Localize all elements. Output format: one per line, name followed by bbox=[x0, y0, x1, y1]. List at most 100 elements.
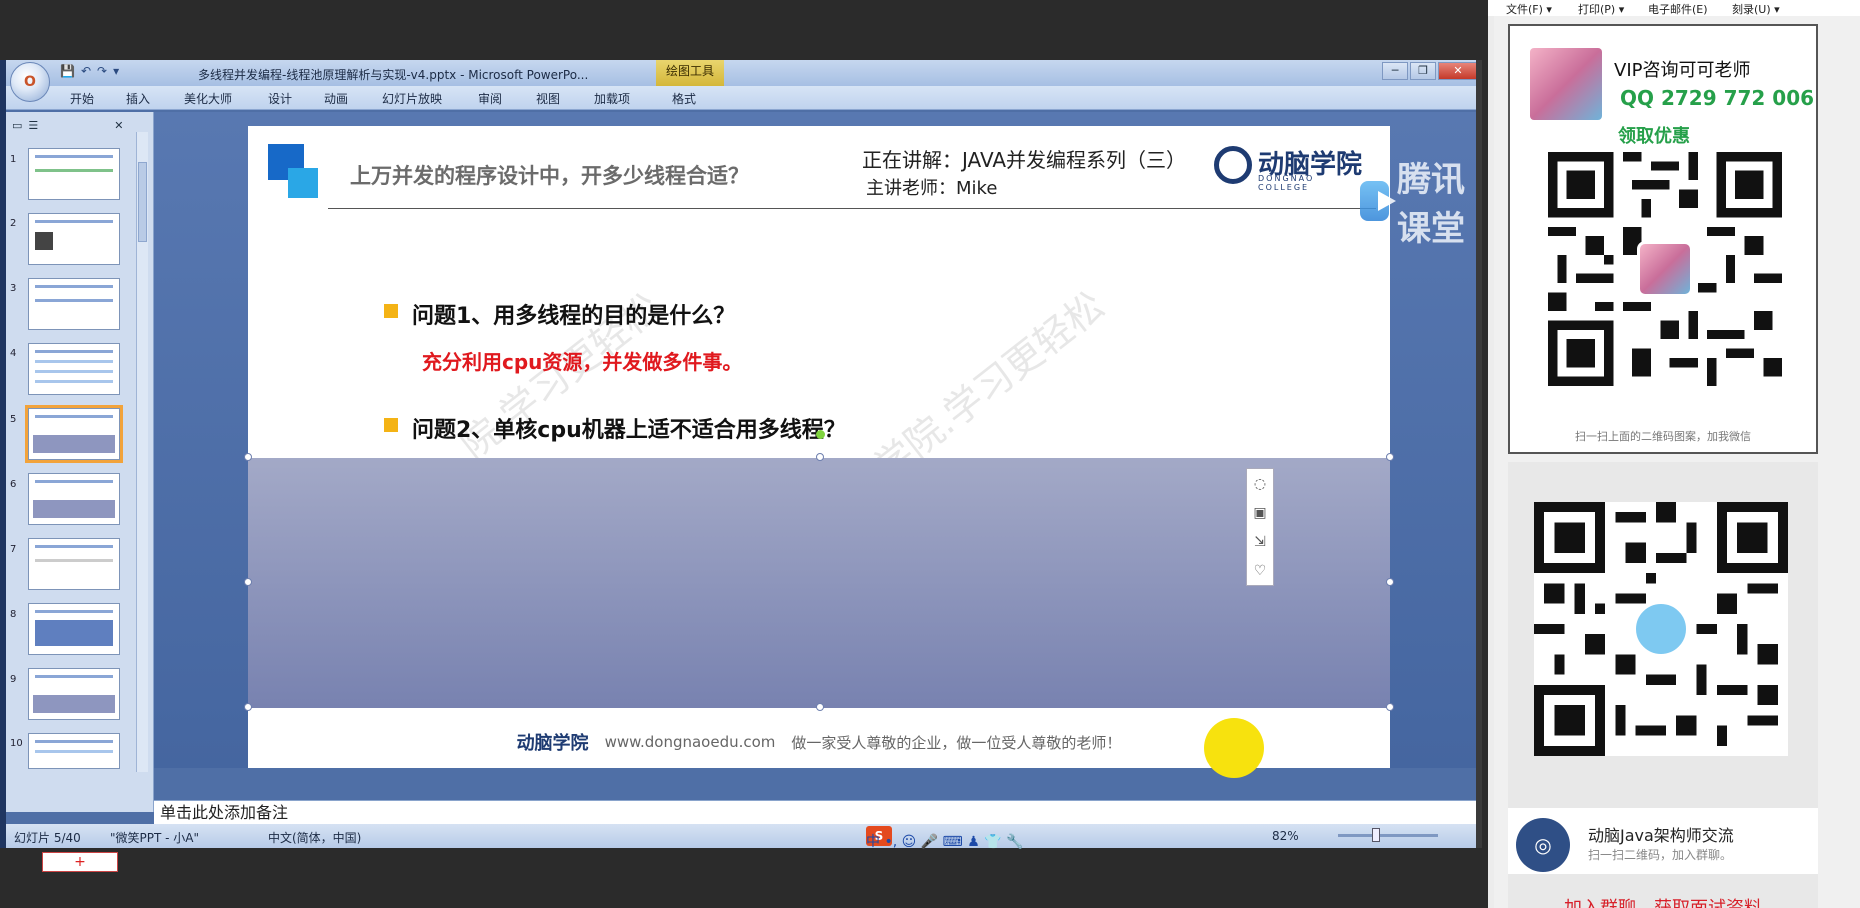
join-group-text[interactable]: 加入群聊，获取面试资料 bbox=[1508, 894, 1818, 908]
group-avatar: ◎ bbox=[1516, 818, 1570, 872]
slide-thumbnail[interactable] bbox=[28, 733, 120, 769]
menu-email[interactable]: 电子邮件(E) bbox=[1648, 1, 1708, 17]
vip-contact-card: VIP咨询可可老师 QQ 2729 772 006 领取优惠 扫一扫上面的二维码… bbox=[1508, 24, 1818, 454]
slide-canvas: 上万并发的程序设计中，开多少线程合适？ 正在讲解：JAVA并发编程系列（三） 主… bbox=[154, 112, 1476, 768]
group-info: ◎ 动脑Java架构师交流 扫一扫二维码，加入群聊。 bbox=[1508, 808, 1818, 874]
ribbon-tabs: 开始 插入 美化大师 设计 动画 幻灯片放映 审阅 视图 加载项 格式 bbox=[6, 86, 1482, 110]
slide-thumbnail[interactable] bbox=[28, 343, 120, 395]
ime-controls[interactable]: 中 •, ☺ 🎤 ⌨ ♟ 👕 🔧 bbox=[866, 831, 1024, 851]
window-controls: ─ ❐ ✕ bbox=[1382, 62, 1478, 80]
slide-thumbnail[interactable] bbox=[28, 278, 120, 330]
wechat-scan-tip: 扫一扫上面的二维码图案，加我微信 bbox=[1575, 430, 1751, 443]
menu-burn[interactable]: 刻录(U) ▾ bbox=[1732, 1, 1780, 17]
tab-review[interactable]: 审阅 bbox=[478, 90, 502, 107]
close-pane-icon[interactable]: ✕ bbox=[114, 119, 123, 132]
slide[interactable]: 上万并发的程序设计中，开多少线程合适？ 正在讲解：JAVA并发编程系列（三） 主… bbox=[248, 126, 1390, 768]
thumb-number: 9 bbox=[10, 674, 17, 685]
tab-insert[interactable]: 插入 bbox=[126, 90, 150, 107]
tab-slideshow[interactable]: 幻灯片放映 bbox=[382, 90, 442, 107]
thumb-number: 6 bbox=[10, 479, 17, 490]
tab-format[interactable]: 格式 bbox=[672, 90, 696, 107]
thumb-number: 4 bbox=[10, 348, 17, 359]
picture-icon[interactable]: ▣ bbox=[1253, 505, 1266, 521]
resize-handle[interactable] bbox=[244, 578, 252, 586]
tab-home[interactable]: 开始 bbox=[70, 90, 94, 107]
tab-design[interactable]: 设计 bbox=[268, 90, 292, 107]
shape-style-icon[interactable]: ◌ bbox=[1254, 476, 1266, 492]
slide-thumbnail-selected[interactable] bbox=[25, 405, 123, 463]
thumb-number: 7 bbox=[10, 544, 17, 555]
add-slide-button[interactable]: + bbox=[42, 852, 118, 872]
language[interactable]: 中文(简体，中国) bbox=[268, 829, 361, 846]
thumb-number: 5 bbox=[10, 414, 17, 425]
footer-slogan: 做一家受人尊敬的企业，做一位受人尊敬的老师！ bbox=[791, 733, 1122, 752]
save-icon[interactable]: 💾 bbox=[60, 64, 75, 78]
heart-icon[interactable]: ♡ bbox=[1254, 563, 1267, 579]
close-button[interactable]: ✕ bbox=[1438, 62, 1478, 80]
scroll-thumb[interactable] bbox=[138, 162, 147, 242]
selected-rectangle-shape[interactable] bbox=[248, 458, 1390, 708]
menu-print[interactable]: 打印(P) ▾ bbox=[1578, 1, 1624, 17]
outline-tab-icon[interactable]: ☰ bbox=[28, 119, 38, 132]
tencent-play-icon bbox=[1360, 181, 1397, 221]
resize-handle[interactable] bbox=[816, 453, 824, 461]
window-title: 多线程并发编程-线程池原理解析与实现-v4.pptx - Microsoft P… bbox=[198, 68, 589, 82]
question-1[interactable]: 问题1、用多线程的目的是什么？ bbox=[412, 298, 735, 330]
slide-thumbnail[interactable] bbox=[28, 148, 120, 200]
resize-handle[interactable] bbox=[244, 453, 252, 461]
zoom-slider[interactable] bbox=[1338, 834, 1438, 837]
group-scan-tip: 扫一扫二维码，加入群聊。 bbox=[1588, 848, 1733, 862]
slide-title[interactable]: 上万并发的程序设计中，开多少线程合适？ bbox=[350, 160, 749, 190]
drawing-tools-context-tab[interactable]: 绘图工具 bbox=[656, 60, 724, 86]
slide-thumbnail[interactable] bbox=[28, 538, 120, 590]
tab-view[interactable]: 视图 bbox=[536, 90, 560, 107]
redo-icon[interactable]: ↷ bbox=[97, 64, 107, 78]
resize-handle[interactable] bbox=[816, 703, 824, 711]
menu-file[interactable]: 文件(F) ▾ bbox=[1506, 1, 1552, 17]
footer-url: www.dongnaoedu.com bbox=[604, 733, 776, 751]
undo-icon[interactable]: ↶ bbox=[81, 64, 91, 78]
quick-access-toolbar: 💾 ↶ ↷ ▾ bbox=[60, 64, 119, 78]
slide-thumbnail[interactable] bbox=[28, 473, 120, 525]
teacher-text: 主讲老师：Mike bbox=[866, 178, 998, 199]
office-button[interactable]: O bbox=[10, 62, 50, 102]
promo-panel: VIP咨询可可老师 QQ 2729 772 006 领取优惠 扫一扫上面的二维码… bbox=[1488, 16, 1860, 908]
resize-handle[interactable] bbox=[1386, 703, 1394, 711]
slides-tab-icon[interactable]: ▭ bbox=[12, 119, 22, 132]
question-2[interactable]: 问题2、单核cpu机器上适不适合用多线程？ bbox=[412, 412, 846, 444]
thumb-number: 2 bbox=[10, 218, 17, 229]
slide-thumbnail[interactable] bbox=[28, 213, 120, 265]
slide-thumbnail[interactable] bbox=[28, 603, 120, 655]
floating-shape-toolbar: ◌ ▣ ⇲ ♡ bbox=[1246, 468, 1274, 586]
vip-title: VIP咨询可可老师 bbox=[1614, 60, 1751, 81]
notes-pane[interactable]: 单击此处添加备注 bbox=[154, 800, 1476, 824]
brand-mark-icon bbox=[1214, 146, 1252, 184]
thumbnail-panel-tabs: ▭ ☰ ✕ bbox=[12, 116, 148, 134]
title-divider bbox=[328, 208, 1376, 209]
group-name: 动脑Java架构师交流 bbox=[1588, 826, 1734, 845]
zoom-level[interactable]: 82% bbox=[1272, 829, 1299, 843]
thumb-number: 8 bbox=[10, 609, 17, 620]
restore-button[interactable]: ❐ bbox=[1410, 62, 1436, 80]
qq-penguin-icon bbox=[1633, 601, 1689, 657]
slide-thumbnail[interactable] bbox=[28, 668, 120, 720]
group-chat-card: ◎ 动脑Java架构师交流 扫一扫二维码，加入群聊。 加入群聊，获取面试资料 bbox=[1508, 462, 1818, 908]
resize-handle[interactable] bbox=[1386, 453, 1394, 461]
title-bar: 💾 ↶ ↷ ▾ 多线程并发编程-线程池原理解析与实现-v4.pptx - Mic… bbox=[6, 60, 1482, 86]
tab-beautify[interactable]: 美化大师 bbox=[184, 90, 232, 107]
tab-addins[interactable]: 加载项 bbox=[594, 90, 630, 107]
footer-brand: 动脑学院 bbox=[516, 733, 589, 754]
thumbnail-scrollbar[interactable] bbox=[136, 132, 148, 772]
slide-count: 幻灯片 5/40 bbox=[14, 831, 81, 845]
qr-center-avatar bbox=[1637, 241, 1693, 297]
minimize-button[interactable]: ─ bbox=[1382, 62, 1408, 80]
rotation-handle[interactable] bbox=[816, 430, 825, 439]
resize-icon[interactable]: ⇲ bbox=[1254, 534, 1266, 550]
tab-animation[interactable]: 动画 bbox=[324, 90, 348, 107]
customize-qat-icon[interactable]: ▾ bbox=[113, 64, 119, 78]
resize-handle[interactable] bbox=[1386, 578, 1394, 586]
answer-1[interactable]: 充分利用cpu资源，并发做多件事。 bbox=[422, 346, 742, 375]
resize-handle[interactable] bbox=[244, 703, 252, 711]
powerpoint-window: 💾 ↶ ↷ ▾ 多线程并发编程-线程池原理解析与实现-v4.pptx - Mic… bbox=[0, 60, 1482, 872]
zoom-knob[interactable] bbox=[1372, 828, 1380, 842]
